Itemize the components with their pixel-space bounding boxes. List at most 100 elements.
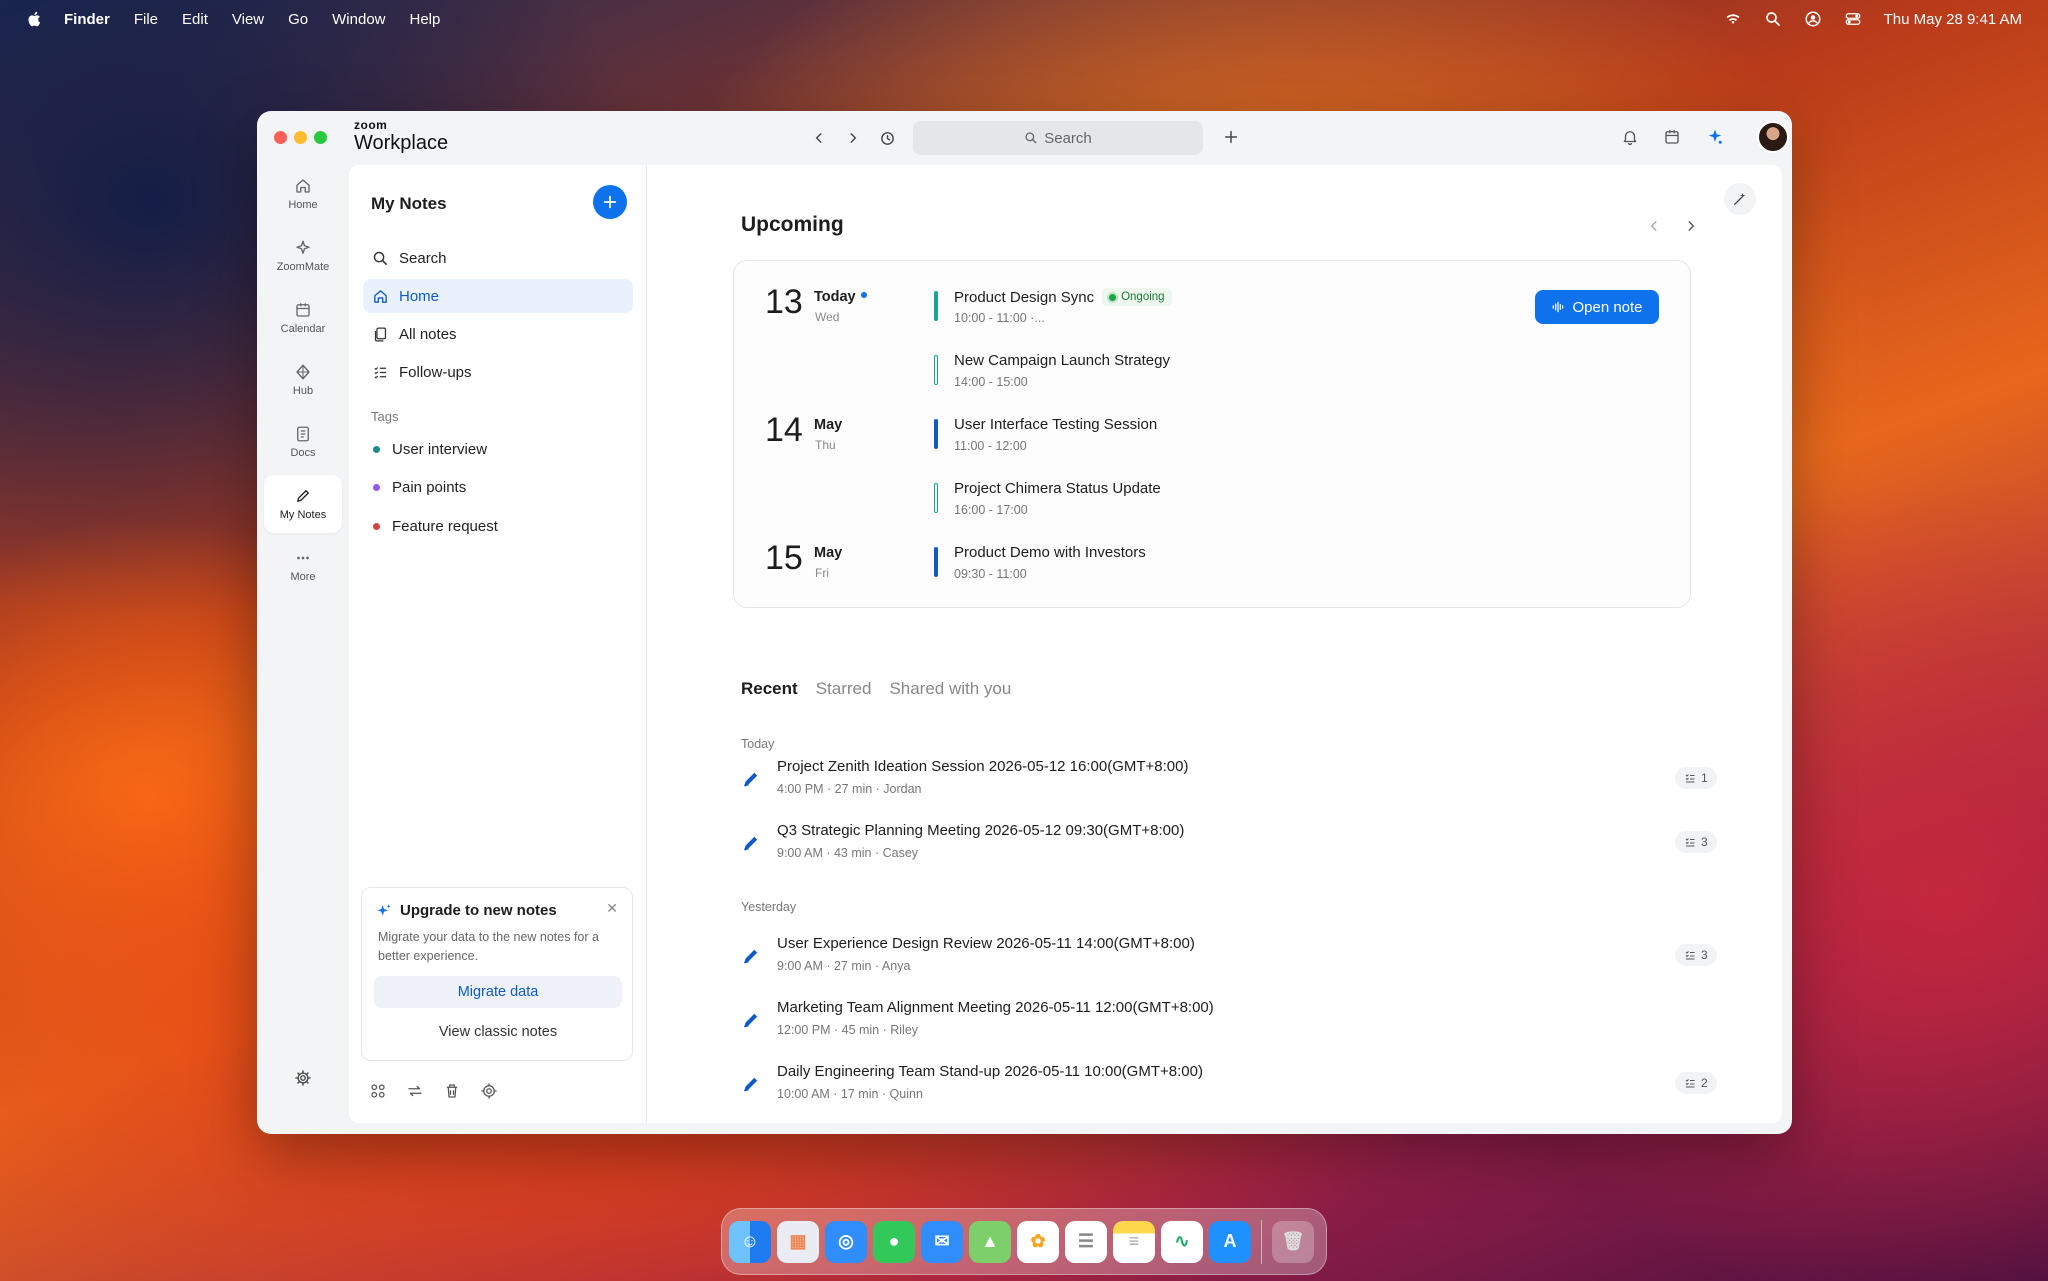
menu-finder[interactable]: Finder — [64, 11, 110, 28]
follow-up-count[interactable]: 3 — [1675, 944, 1717, 966]
rail-item-my-notes[interactable]: My Notes — [264, 475, 342, 533]
tab-recent[interactable]: Recent — [741, 679, 798, 699]
tab-starred[interactable]: Starred — [816, 679, 872, 699]
back-button[interactable] — [808, 127, 830, 149]
sidebar-footer-tools — [369, 1082, 498, 1100]
note-title[interactable]: Marketing Team Alignment Meeting 2026-05… — [777, 999, 1214, 1016]
spotlight-icon[interactable] — [1764, 10, 1782, 28]
migrate-data-button[interactable]: Migrate data — [374, 976, 622, 1008]
tag-label: Pain points — [392, 479, 467, 496]
event-product-design-sync[interactable]: Product Design Sync Ongoing — [954, 288, 1172, 306]
notes-nav-follow-ups[interactable]: Follow-ups — [363, 355, 633, 389]
event-project-chimera[interactable]: Project Chimera Status Update — [954, 480, 1161, 497]
new-note-button[interactable] — [593, 185, 627, 219]
dock-app-store-icon[interactable]: A — [1209, 1220, 1251, 1263]
settings-button[interactable] — [264, 1058, 342, 1098]
notifications-button[interactable] — [1618, 125, 1642, 149]
tag-feature-request[interactable]: Feature request — [373, 518, 498, 535]
notes-nav-search[interactable]: Search — [363, 241, 633, 275]
view-classic-notes-button[interactable]: View classic notes — [374, 1016, 622, 1048]
dock-trash-icon[interactable]: 🗑 — [1272, 1220, 1314, 1263]
dock-finder-icon[interactable]: ☺ — [729, 1220, 771, 1263]
dock-notes-icon[interactable]: ≡ — [1113, 1220, 1155, 1263]
app-logo: zoom Workplace — [354, 119, 448, 153]
apps-icon[interactable] — [369, 1082, 387, 1100]
menu-clock[interactable]: Thu May 28 9:41 AM — [1884, 11, 2022, 28]
today-indicator — [860, 292, 867, 298]
note-pen-icon — [744, 1077, 758, 1092]
schedule-button[interactable] — [1660, 125, 1684, 149]
swap-icon[interactable] — [406, 1082, 424, 1100]
ai-companion-button[interactable] — [1703, 125, 1727, 149]
note-title[interactable]: User Experience Design Review 2026-05-11… — [777, 935, 1195, 952]
gear-icon[interactable] — [480, 1082, 498, 1100]
tag-user-interview[interactable]: User interview — [373, 441, 487, 458]
notes-nav-all-notes[interactable]: All notes — [363, 317, 633, 351]
home-icon — [374, 289, 387, 303]
apple-icon[interactable] — [26, 10, 44, 28]
forward-button[interactable] — [842, 127, 864, 149]
event-ui-testing[interactable]: User Interface Testing Session — [954, 416, 1157, 433]
note-title[interactable]: Q3 Strategic Planning Meeting 2026-05-12… — [777, 822, 1184, 839]
ai-assist-button[interactable] — [1724, 183, 1756, 215]
rail-label: More — [290, 571, 316, 583]
dock-photos-icon[interactable]: ✿ — [1017, 1220, 1059, 1263]
note-pen-icon — [744, 1013, 758, 1028]
control-center-icon[interactable] — [1844, 10, 1862, 28]
close-window-button[interactable] — [274, 131, 287, 144]
search-icon — [373, 251, 387, 265]
note-pen-icon — [744, 836, 758, 851]
follow-up-count[interactable]: 2 — [1675, 1072, 1717, 1094]
upcoming-next-button[interactable] — [1684, 217, 1698, 238]
event-product-demo[interactable]: Product Demo with Investors — [954, 544, 1146, 561]
brand-small: zoom — [354, 118, 388, 132]
rail-item-zoommate[interactable]: ZoomMate — [264, 227, 342, 285]
rail-item-calendar[interactable]: Calendar — [264, 289, 342, 347]
event-color-bar — [934, 355, 938, 385]
menu-view[interactable]: View — [232, 11, 264, 28]
user-icon[interactable] — [1804, 10, 1822, 28]
dock-maps-icon[interactable]: ▲ — [969, 1220, 1011, 1263]
dock-launchpad-icon[interactable]: ▦ — [777, 1220, 819, 1263]
note-title[interactable]: Daily Engineering Team Stand-up 2026-05-… — [777, 1063, 1203, 1080]
follow-up-count[interactable]: 3 — [1675, 831, 1717, 853]
day-weekday: Fri — [815, 566, 829, 580]
event-new-campaign[interactable]: New Campaign Launch Strategy — [954, 352, 1170, 369]
rail-item-docs[interactable]: Docs — [264, 413, 342, 471]
rail-label: Calendar — [280, 323, 326, 335]
dock-safari-icon[interactable]: ◎ — [825, 1220, 867, 1263]
global-search-input[interactable]: Search — [913, 121, 1203, 155]
menu-window[interactable]: Window — [332, 11, 385, 28]
tab-shared-with-you[interactable]: Shared with you — [889, 679, 1011, 699]
user-avatar[interactable] — [1757, 121, 1789, 153]
menu-go[interactable]: Go — [288, 11, 308, 28]
upcoming-prev-button[interactable] — [1647, 217, 1661, 238]
rail-item-home[interactable]: Home — [264, 165, 342, 223]
open-note-button[interactable]: Open note — [1535, 290, 1659, 324]
wifi-icon[interactable] — [1724, 10, 1742, 28]
note-title[interactable]: Project Zenith Ideation Session 2026-05-… — [777, 758, 1189, 775]
dock-reminders-icon[interactable]: ☰ — [1065, 1220, 1107, 1263]
dock-mail-icon[interactable]: ✉ — [921, 1220, 963, 1263]
checklist-icon — [1685, 838, 1695, 847]
trash-icon[interactable] — [443, 1082, 461, 1100]
calendar-share-icon — [1665, 130, 1679, 144]
rail-item-more[interactable]: More — [264, 537, 342, 595]
day-weekday: Wed — [815, 310, 840, 324]
zoom-window-button[interactable] — [314, 131, 327, 144]
rail-item-hub[interactable]: Hub — [264, 351, 342, 409]
close-icon[interactable]: ✕ — [606, 900, 618, 917]
history-button[interactable] — [876, 127, 898, 149]
new-tab-button[interactable] — [1219, 125, 1243, 149]
dock-freeform-icon[interactable]: ∿ — [1161, 1220, 1203, 1263]
notes-nav-home[interactable]: Home — [363, 279, 633, 313]
minimize-window-button[interactable] — [294, 131, 307, 144]
menu-file[interactable]: File — [134, 11, 158, 28]
notes-sidebar: My Notes Search Home All notes Follow-up… — [349, 165, 647, 1123]
menu-edit[interactable]: Edit — [182, 11, 208, 28]
tag-pain-points[interactable]: Pain points — [373, 479, 466, 496]
menu-help[interactable]: Help — [410, 11, 441, 28]
follow-up-count[interactable]: 1 — [1675, 767, 1717, 789]
sparkle-icon — [296, 240, 310, 254]
dock-messages-icon[interactable]: ● — [873, 1220, 915, 1263]
